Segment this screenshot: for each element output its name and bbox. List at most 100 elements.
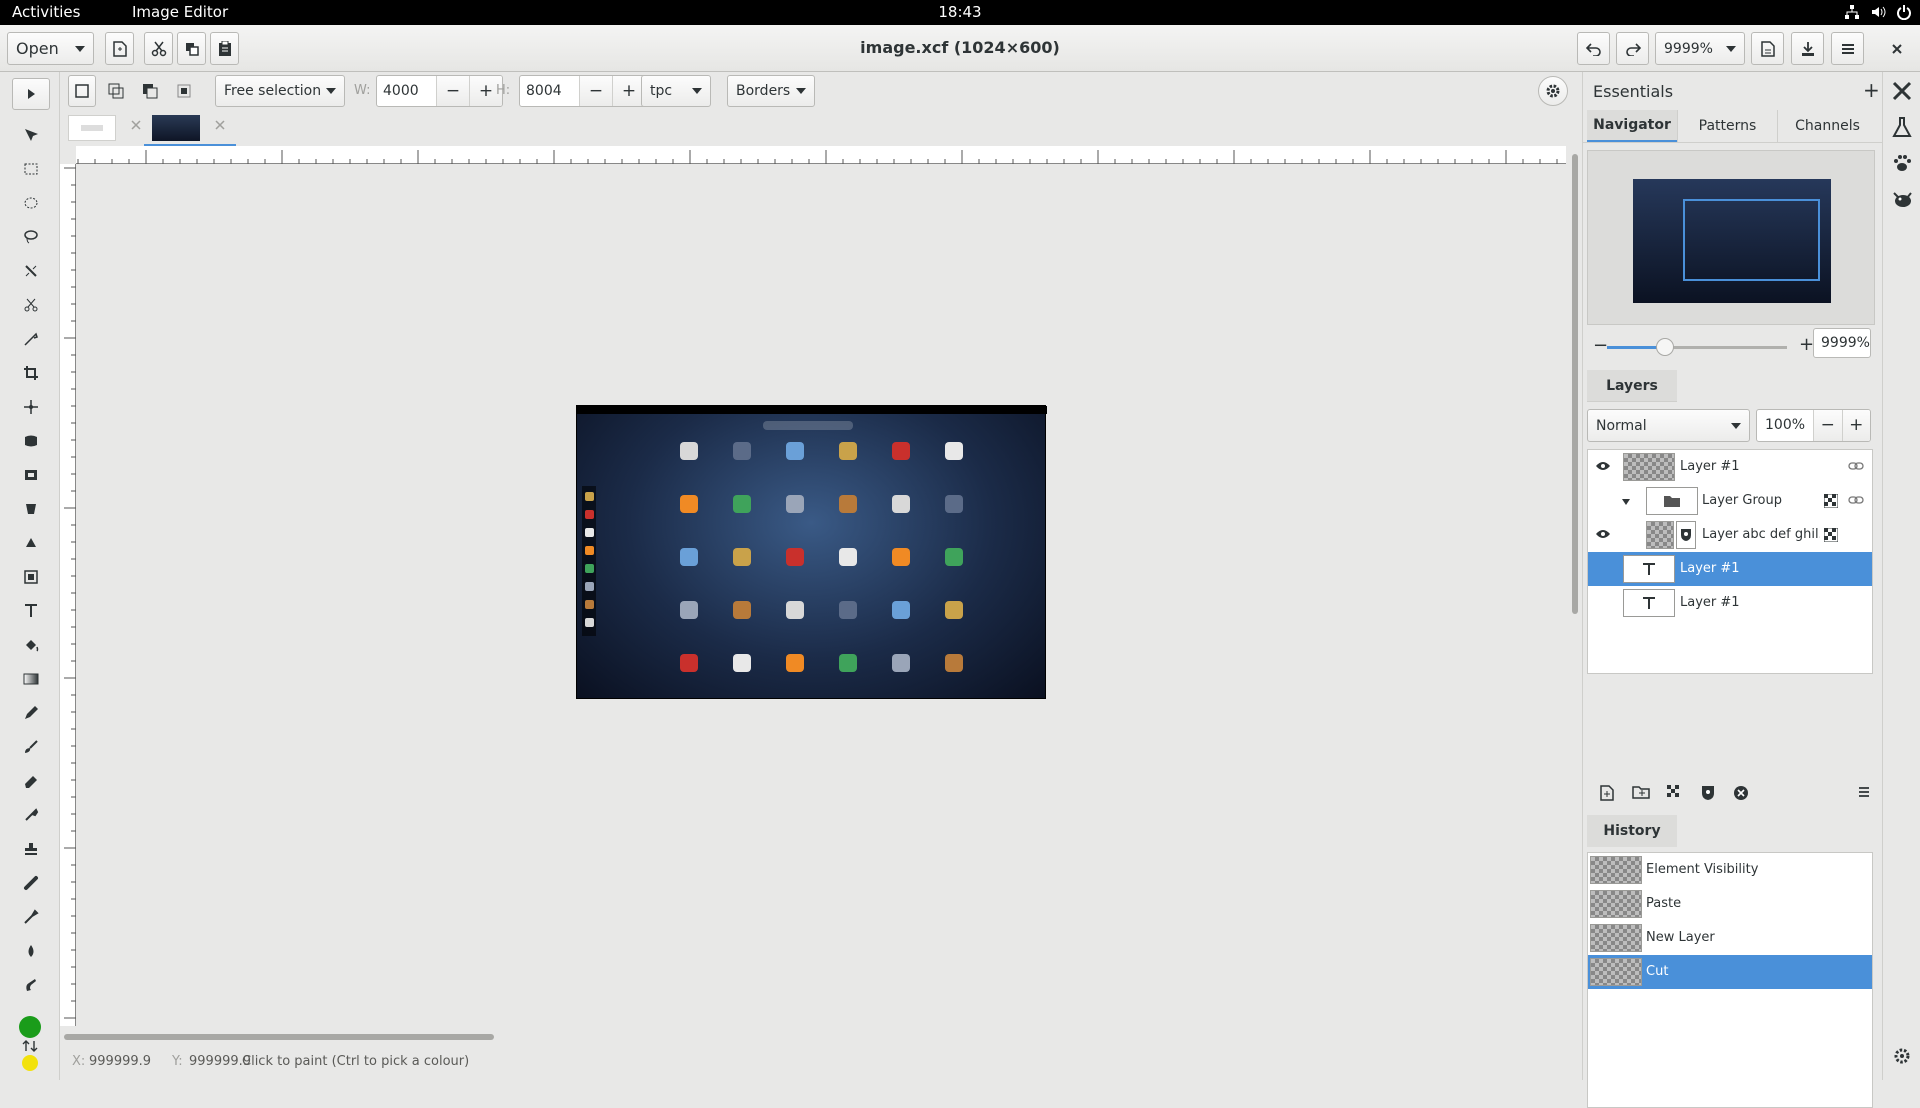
- save-button[interactable]: [1791, 32, 1824, 65]
- flip-icon[interactable]: [18, 530, 44, 556]
- tab-navigator[interactable]: Navigator: [1587, 110, 1677, 142]
- tool-settings-button[interactable]: [1538, 76, 1568, 106]
- network-icon[interactable]: [1844, 4, 1860, 20]
- zoom-in-button[interactable]: +: [1799, 334, 1814, 355]
- opacity-value[interactable]: 100%: [1757, 410, 1813, 441]
- tab-channels[interactable]: Channels: [1777, 110, 1877, 142]
- smudge-icon[interactable]: [18, 972, 44, 998]
- link-icon[interactable]: [1848, 461, 1864, 471]
- scissors-select-icon[interactable]: [18, 292, 44, 318]
- layer-group-row[interactable]: Layer Group: [1588, 484, 1872, 518]
- layer-row[interactable]: Layer #1: [1588, 586, 1872, 620]
- eye-icon[interactable]: [1595, 460, 1611, 472]
- mode-replace-button[interactable]: [68, 75, 96, 107]
- image-tab-2[interactable]: [144, 110, 236, 146]
- selection-type-dropdown[interactable]: Free selection: [215, 75, 345, 107]
- gimp-icon[interactable]: [1891, 188, 1913, 210]
- warp-transform-icon[interactable]: [18, 428, 44, 454]
- image-tab-1[interactable]: [68, 115, 116, 141]
- lasso-icon[interactable]: [18, 224, 44, 250]
- close-icon[interactable]: [214, 119, 226, 131]
- new-group-icon[interactable]: [1632, 785, 1650, 799]
- navigator-preview[interactable]: [1587, 150, 1875, 325]
- horizontal-scrollbar[interactable]: [60, 1030, 1568, 1044]
- tab-history[interactable]: History: [1587, 815, 1677, 847]
- volume-icon[interactable]: [1870, 4, 1886, 20]
- vertical-scrollbar[interactable]: [1568, 146, 1582, 1026]
- zoom-slider-handle[interactable]: [1655, 338, 1674, 356]
- canvas-area[interactable]: [60, 146, 1582, 1044]
- layer-row-selected[interactable]: Layer #1: [1588, 552, 1872, 586]
- alpha-lock-icon[interactable]: [1824, 494, 1838, 508]
- foreground-select-icon[interactable]: [18, 326, 44, 352]
- opacity-spinner[interactable]: 100% − +: [1756, 409, 1871, 442]
- airbrush-icon[interactable]: [18, 802, 44, 828]
- navigator-viewport[interactable]: [1683, 199, 1820, 281]
- ellipse-select-icon[interactable]: [18, 190, 44, 216]
- zoom-dropdown[interactable]: 9999%: [1655, 32, 1745, 65]
- opacity-increase-button[interactable]: +: [1841, 410, 1870, 441]
- alpha-icon[interactable]: [1667, 785, 1681, 799]
- zoom-out-button[interactable]: −: [1593, 335, 1608, 356]
- color-picker-icon[interactable]: [18, 904, 44, 930]
- unified-transform-icon[interactable]: [18, 394, 44, 420]
- bucket-fill-icon[interactable]: [18, 632, 44, 658]
- scrollbar-thumb[interactable]: [64, 1034, 494, 1040]
- scrollbar-thumb[interactable]: [1572, 154, 1578, 614]
- mode-subtract-button[interactable]: [136, 75, 164, 107]
- close-icon[interactable]: [130, 119, 142, 131]
- layer-row[interactable]: Layer abc def ghil...: [1588, 518, 1872, 552]
- opacity-decrease-button[interactable]: −: [1813, 410, 1842, 441]
- image-content[interactable]: [576, 405, 1047, 699]
- eraser-icon[interactable]: [18, 768, 44, 794]
- align-icon[interactable]: [18, 564, 44, 590]
- tools-icon[interactable]: [1891, 80, 1913, 102]
- new-layer-icon[interactable]: [1600, 785, 1614, 801]
- heal-icon[interactable]: [18, 870, 44, 896]
- height-decrease-button[interactable]: −: [579, 76, 612, 106]
- close-button[interactable]: [1880, 32, 1913, 65]
- history-item[interactable]: New Layer: [1588, 921, 1872, 955]
- history-item[interactable]: Paste: [1588, 887, 1872, 921]
- swap-colors-icon[interactable]: [22, 1040, 38, 1052]
- mode-intersect-button[interactable]: [170, 75, 198, 107]
- eye-icon[interactable]: [1595, 528, 1611, 540]
- fuzzy-select-icon[interactable]: [18, 258, 44, 284]
- foreground-color-swatch[interactable]: [19, 1016, 41, 1038]
- perspective-clone-icon[interactable]: [18, 462, 44, 488]
- width-decrease-button[interactable]: −: [436, 76, 469, 106]
- power-icon[interactable]: [1896, 4, 1912, 20]
- redo-button[interactable]: [1616, 32, 1649, 65]
- blur-icon[interactable]: [18, 938, 44, 964]
- text-tool-icon[interactable]: [18, 598, 44, 624]
- pencil-icon[interactable]: [18, 700, 44, 726]
- height-value[interactable]: 8004: [520, 76, 579, 106]
- gradient-icon[interactable]: [18, 666, 44, 692]
- undo-button[interactable]: [1577, 32, 1610, 65]
- borders-dropdown[interactable]: Borders: [727, 75, 815, 107]
- crop-icon[interactable]: [18, 360, 44, 386]
- cage-transform-icon[interactable]: [18, 496, 44, 522]
- mode-add-button[interactable]: [102, 75, 130, 107]
- link-icon[interactable]: [1848, 495, 1864, 505]
- paintbrush-icon[interactable]: [18, 734, 44, 760]
- mask-icon[interactable]: [1701, 785, 1715, 801]
- add-dock-button[interactable]: +: [1863, 78, 1880, 102]
- toolbox-toggle-button[interactable]: [12, 78, 50, 110]
- unit-dropdown[interactable]: tpc: [641, 75, 711, 107]
- main-menu-button[interactable]: [1831, 32, 1864, 65]
- layers-menu-icon[interactable]: [1858, 786, 1870, 798]
- expander-icon[interactable]: [1621, 498, 1631, 506]
- clone-stamp-icon[interactable]: [18, 836, 44, 862]
- gear-icon[interactable]: [1893, 1047, 1911, 1065]
- width-value[interactable]: 4000: [377, 76, 436, 106]
- delete-layer-icon[interactable]: [1733, 785, 1749, 801]
- background-color-swatch[interactable]: [22, 1055, 38, 1071]
- flask-icon[interactable]: [1891, 116, 1913, 138]
- export-button[interactable]: [1751, 32, 1784, 65]
- height-spinner[interactable]: 8004 − +: [519, 75, 646, 107]
- rectangle-select-icon[interactable]: [18, 156, 44, 182]
- paw-icon[interactable]: [1891, 152, 1913, 174]
- tab-patterns[interactable]: Patterns: [1677, 110, 1777, 142]
- width-spinner[interactable]: 4000 − +: [376, 75, 503, 107]
